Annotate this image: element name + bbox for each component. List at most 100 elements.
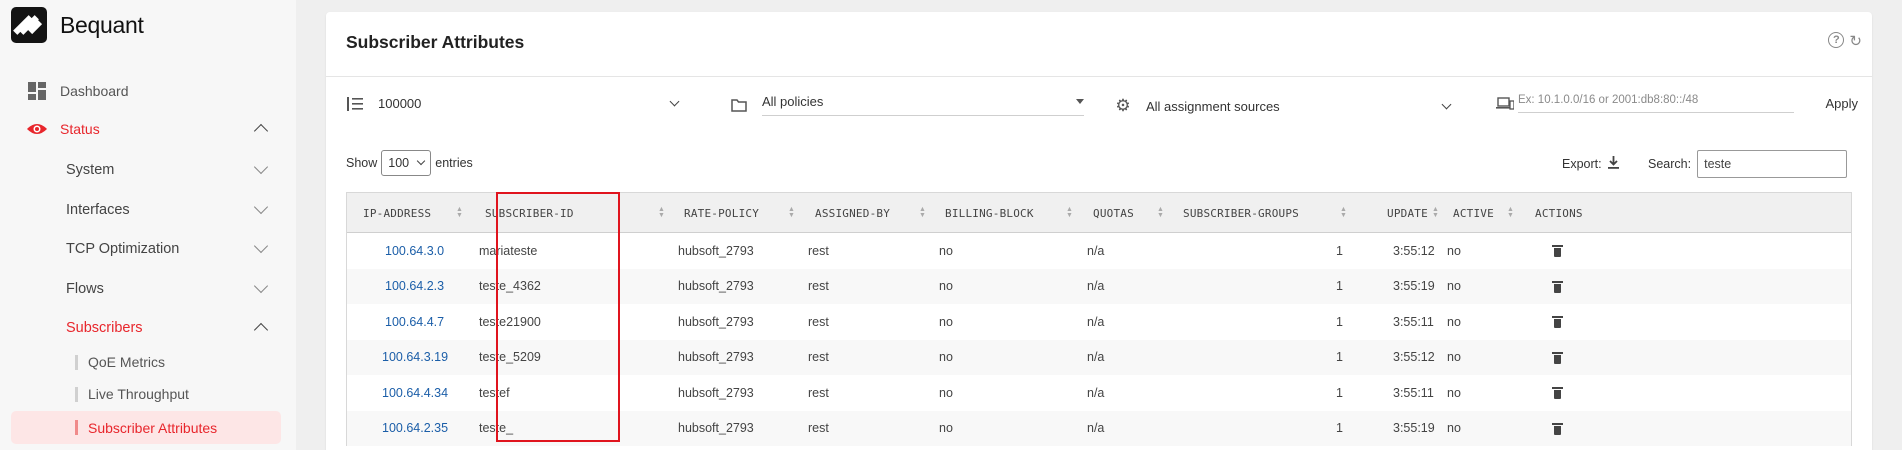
sidebar-item-subscriber-attributes[interactable]: Subscriber Attributes [11,411,281,444]
quotas-cell: n/a [1087,314,1105,329]
search-input[interactable]: teste [1697,150,1848,178]
chevron-down-icon [253,159,269,175]
column-header-active[interactable]: ACTIVE [1453,193,1494,233]
chevron-down-icon [669,96,680,107]
limit-filter[interactable]: 100000 [346,96,680,111]
ip-link[interactable]: 100.64.4.7 [385,304,444,340]
sort-icon[interactable]: ▲ ▼ [1507,206,1514,219]
sidebar-item-live-throughput[interactable]: Live Throughput [75,386,189,402]
update-cell: 3:55:19 [1393,279,1435,294]
subscriber-groups-cell: 1 [1336,243,1343,258]
download-icon[interactable] [1607,156,1619,172]
sidebar-item-status[interactable]: Status [26,121,269,139]
sort-icon[interactable]: ▲ ▼ [919,206,926,219]
sidebar-item-label: Live Throughput [88,386,189,402]
column-header-subscriber-groups[interactable]: SUBSCRIBER-GROUPS [1183,193,1299,233]
delete-button[interactable] [1552,269,1563,305]
chevron-down-icon [253,278,269,294]
gear-icon: ⚙ [1115,96,1131,115]
billing-block-cell: no [939,243,953,258]
column-header-update[interactable]: UPDATE [1387,193,1428,233]
search-control: Search: teste [1648,150,1848,178]
subscriber-groups-cell: 1 [1336,314,1343,329]
sidebar-item-qoe-metrics[interactable]: QoE Metrics [75,354,165,370]
page-size-value: 100 [388,156,410,170]
sort-icon[interactable]: ▲ ▼ [1066,206,1073,219]
ip-link[interactable]: 100.64.3.19 [382,340,448,376]
sort-icon[interactable]: ▲ ▼ [1432,206,1439,219]
dashboard-icon [26,82,48,100]
ip-link[interactable]: 100.64.2.35 [382,411,448,447]
column-header-assigned-by[interactable]: ASSIGNED-BY [815,193,890,233]
delete-button[interactable] [1552,375,1563,411]
subscriber-id-cell: testef [479,385,510,400]
sort-icon[interactable]: ▲ ▼ [788,206,795,219]
ip-filter[interactable]: Ex: 10.1.0.0/16 or 2001:db8:80::/48 [1496,94,1794,113]
active-cell: no [1447,385,1461,400]
ip-link[interactable]: 100.64.3.0 [385,233,444,269]
indent-bar [75,420,78,435]
column-header-quotas[interactable]: QUOTAS [1093,193,1134,233]
table-body: 100.64.3.0 mariateste hubsoft_2793 rest … [347,233,1851,446]
quotas-cell: n/a [1087,421,1105,436]
sidebar-item-label: Flows [66,281,104,297]
brand[interactable]: Bequant [11,7,144,43]
column-header-actions: ACTIONS [1535,206,1583,220]
source-filter[interactable]: ⚙ All assignment sources [1114,96,1452,116]
sort-icon[interactable]: ▲ ▼ [658,206,665,219]
active-cell: no [1447,314,1461,329]
sidebar-item-label: TCP Optimization [66,241,180,257]
column-header-rate-policy[interactable]: RATE-POLICY [684,193,759,233]
refresh-icon[interactable]: ↻ [1849,32,1862,50]
rate-policy-cell: hubsoft_2793 [678,421,754,436]
apply-button[interactable]: Apply [1825,96,1858,111]
sort-icon[interactable]: ▲ ▼ [1157,206,1164,219]
policy-select[interactable]: All policies [762,94,1084,116]
delete-button[interactable] [1552,411,1563,447]
sidebar-item-interfaces[interactable]: Interfaces [66,199,269,218]
entries-label: entries [435,156,473,170]
sidebar-item-dashboard[interactable]: Dashboard [26,82,129,100]
list-numbered-icon [346,96,364,111]
sidebar-item-label: Status [60,121,100,137]
ip-link[interactable]: 100.64.4.34 [382,375,448,411]
chevron-down-icon [253,199,269,215]
indent-bar [75,354,78,370]
assigned-by-cell: rest [808,350,829,365]
subscriber-id-cell: teste21900 [479,314,541,329]
chevron-up-icon [253,123,269,139]
sidebar: Bequant Dashboard Status System Interfac… [0,0,296,450]
sidebar-item-label: QoE Metrics [88,354,166,370]
export-label: Export: [1562,157,1602,171]
delete-button[interactable] [1552,340,1563,376]
update-cell: 3:55:19 [1393,421,1435,436]
sidebar-item-subscribers[interactable]: Subscribers [66,320,269,338]
column-header-subscriber-id[interactable]: SUBSCRIBER-ID [485,193,574,233]
sort-icon[interactable]: ▲ ▼ [456,206,463,219]
export-control[interactable]: Export: [1562,156,1619,172]
page-size-select[interactable]: 100 [381,150,432,176]
sidebar-item-tcp-optimization[interactable]: TCP Optimization [66,238,269,257]
sidebar-item-system[interactable]: System [66,159,269,178]
subscriber-id-cell: teste_ [479,421,514,436]
update-cell: 3:55:11 [1393,385,1434,400]
ip-input[interactable]: Ex: 10.1.0.0/16 or 2001:db8:80::/48 [1518,94,1794,113]
delete-button[interactable] [1552,304,1563,340]
help-icon[interactable]: ? [1828,32,1845,48]
limit-select[interactable]: 100000 [378,96,680,111]
sidebar-item-flows[interactable]: Flows [66,278,269,297]
column-header-ip-address[interactable]: IP-ADDRESS [363,193,431,233]
rate-policy-cell: hubsoft_2793 [678,385,754,400]
sort-icon[interactable]: ▲ ▼ [1340,206,1347,219]
column-header-billing-block[interactable]: BILLING-BLOCK [945,193,1034,233]
chevron-down-icon [1441,99,1452,109]
main-card: Subscriber Attributes ? ↻ 100000 All pol… [326,12,1872,450]
rate-policy-cell: hubsoft_2793 [678,279,754,294]
source-select[interactable]: All assignment sources [1146,99,1452,114]
ip-link[interactable]: 100.64.2.3 [385,269,444,305]
active-cell: no [1447,243,1461,258]
caret-down-icon [1076,99,1084,104]
trash-icon [1552,245,1563,258]
policy-filter[interactable]: All policies [730,94,1084,116]
delete-button[interactable] [1552,233,1563,269]
